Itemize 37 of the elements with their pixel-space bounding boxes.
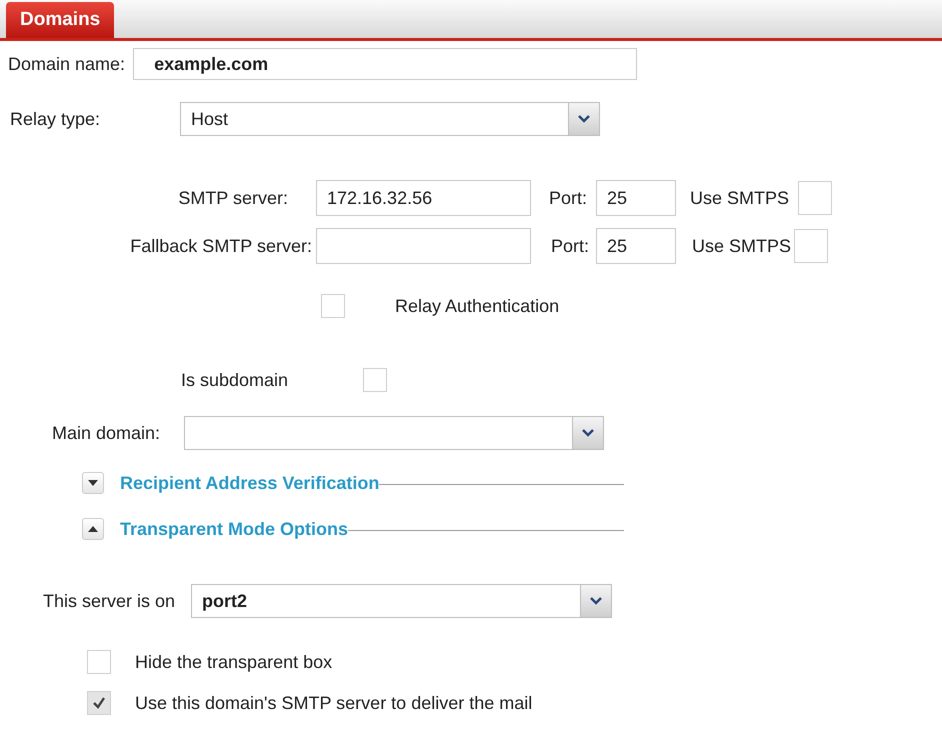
checkbox-label: Use this domain's SMTP server to deliver the mail <box>135 692 532 714</box>
field-label: Port: <box>549 188 588 208</box>
checkbox[interactable] <box>794 229 828 263</box>
checkbox[interactable] <box>798 181 832 215</box>
checkbox-label: Is subdomain <box>181 370 290 390</box>
port-field[interactable]: 25 <box>596 180 676 216</box>
tab[interactable]: Domains <box>6 2 114 38</box>
main-domain-select[interactable] <box>184 416 604 450</box>
chevron-down-icon <box>578 115 590 123</box>
checkbox[interactable] <box>87 650 111 674</box>
field-label: Fallback SMTP server: <box>129 236 313 256</box>
field-label: This server is on <box>43 590 176 612</box>
check-icon <box>92 696 106 710</box>
triangle-up-icon <box>88 526 98 532</box>
input-field[interactable]: 172.16.32.56 <box>316 180 531 216</box>
field-label: SMTP server: <box>177 188 289 208</box>
triangle-down-icon <box>88 480 98 486</box>
field-label: Use SMTPS <box>690 188 790 208</box>
input-field[interactable]: example.com <box>133 48 638 80</box>
field-label: Port: <box>551 236 590 256</box>
port-select[interactable]: port2 <box>191 584 612 618</box>
field-label: Domain name: <box>8 54 126 74</box>
input-field[interactable] <box>316 228 531 264</box>
field-label: Main domain: <box>52 422 162 444</box>
field-label: Relay type: <box>10 108 102 130</box>
chevron-down-icon <box>582 429 594 437</box>
chevron-down-icon <box>590 597 602 605</box>
checkbox[interactable] <box>87 691 111 715</box>
toggle-button[interactable] <box>82 472 104 494</box>
checkbox-label: Relay Authentication <box>395 296 560 316</box>
field-label: Use SMTPS <box>692 236 792 256</box>
checkbox-label: Hide the transparent box <box>135 652 332 672</box>
toggle-button[interactable] <box>82 518 104 540</box>
checkbox[interactable] <box>321 294 345 318</box>
checkbox[interactable] <box>363 368 387 392</box>
port-field[interactable]: 25 <box>596 228 676 264</box>
relay-type-select[interactable]: Host <box>180 102 600 136</box>
